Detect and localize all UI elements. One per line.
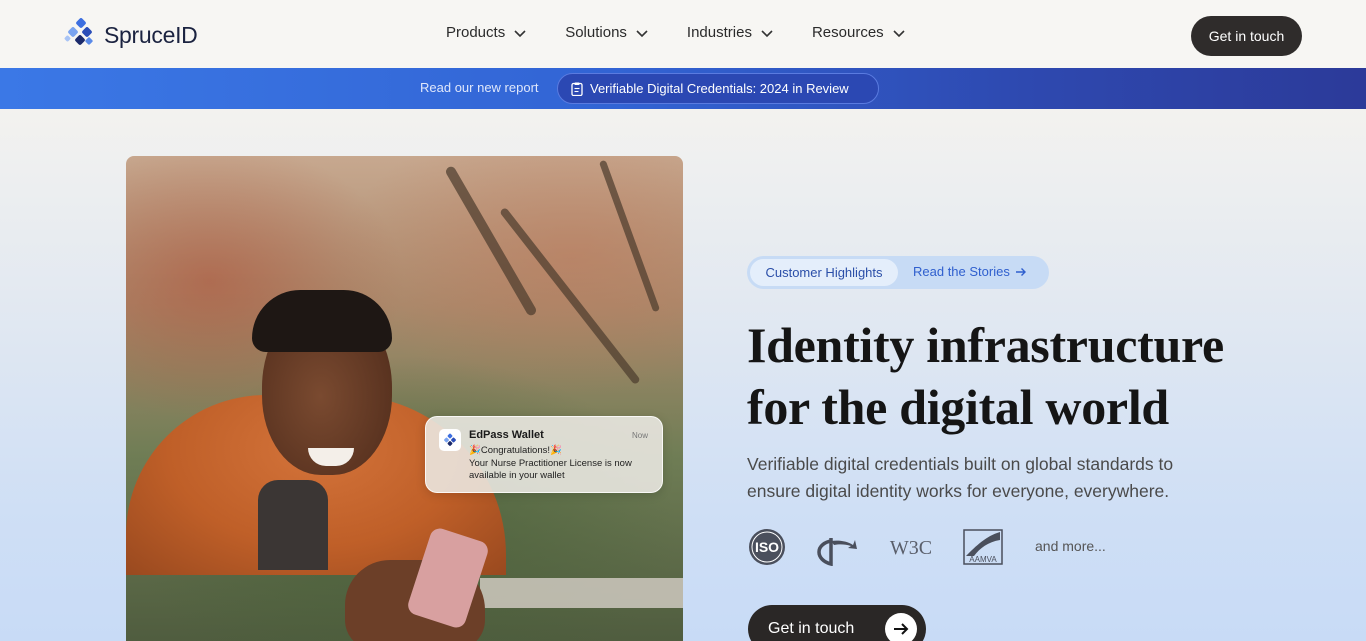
report-link[interactable]: Verifiable Digital Credentials: 2024 in … [557,73,879,104]
notification-line2: Your Nurse Practitioner License is now a… [469,457,632,482]
iso-logo-icon: ISO [749,529,785,565]
read-stories-link[interactable]: Read the Stories [913,264,1027,279]
chevron-down-icon [514,29,526,37]
cta-label: Get in touch [768,620,855,637]
headline-line2: for the digital world [747,379,1169,435]
customer-highlights-tag: Customer Highlights [750,259,898,286]
nav-item-label: Resources [811,24,884,41]
arrow-right-icon [885,613,917,641]
chevron-down-icon [761,29,773,37]
aamva-logo-text: AAMVA [969,555,997,564]
wallet-notification: EdPass Wallet Now 🎉Congratulations!🎉 You… [425,416,663,493]
bench [480,578,683,608]
hero-subhead: Verifiable digital credentials built on … [747,454,1174,501]
person-hair [252,290,392,352]
nav-item-label: Industries [686,24,752,41]
and-more-text: and more... [1035,538,1106,554]
notification-time: Now [631,431,648,440]
nav-item-products[interactable]: Products [446,24,527,41]
aamva-logo-icon: AAMVA [963,529,1003,565]
customer-highlights-pill: Customer Highlights Read the Stories [747,256,1049,289]
notification-body: 🎉Congratulations!🎉 Your Nurse Practition… [469,445,659,483]
openid-logo-icon [817,538,857,566]
nav-item-industries[interactable]: Industries [687,24,774,41]
spruceid-logo-icon [64,18,93,45]
arrow-right-icon [1015,267,1026,276]
nav-item-label: Solutions [565,24,627,41]
iso-logo-text: ISO [755,539,779,555]
brand-logo[interactable]: SpruceID [64,18,198,52]
nav-item-resources[interactable]: Resources [812,24,906,41]
w3c-logo-text: W3C [890,537,932,559]
w3c-logo-icon: W3C [890,537,932,559]
nav-item-label: Products [446,24,506,41]
chevron-down-icon [893,29,905,37]
main-menu: Products Solutions Industries Resources [446,24,944,41]
brand-name: SpruceID [104,21,198,48]
person-shirt [258,480,328,570]
read-stories-label: Read the Stories [913,264,1010,279]
tree-branch [598,159,661,313]
notification-line1: 🎉Congratulations!🎉 [469,445,562,456]
get-in-touch-hero-button[interactable]: Get in touch [748,605,926,641]
document-icon [571,82,583,96]
headline-line1: Identity infrastructure [747,317,1224,373]
notification-title: EdPass Wallet [469,429,544,441]
nav-item-solutions[interactable]: Solutions [565,24,649,41]
hero-headline: Identity infrastructure for the digital … [747,314,1267,438]
banner-text: Read our new report [420,80,539,95]
wallet-app-icon [439,429,461,451]
chevron-down-icon [636,29,648,37]
top-nav: SpruceID Products Solutions Industries R… [0,0,1366,68]
get-in-touch-nav-button[interactable]: Get in touch [1191,16,1302,56]
report-link-label: Verifiable Digital Credentials: 2024 in … [590,81,849,96]
